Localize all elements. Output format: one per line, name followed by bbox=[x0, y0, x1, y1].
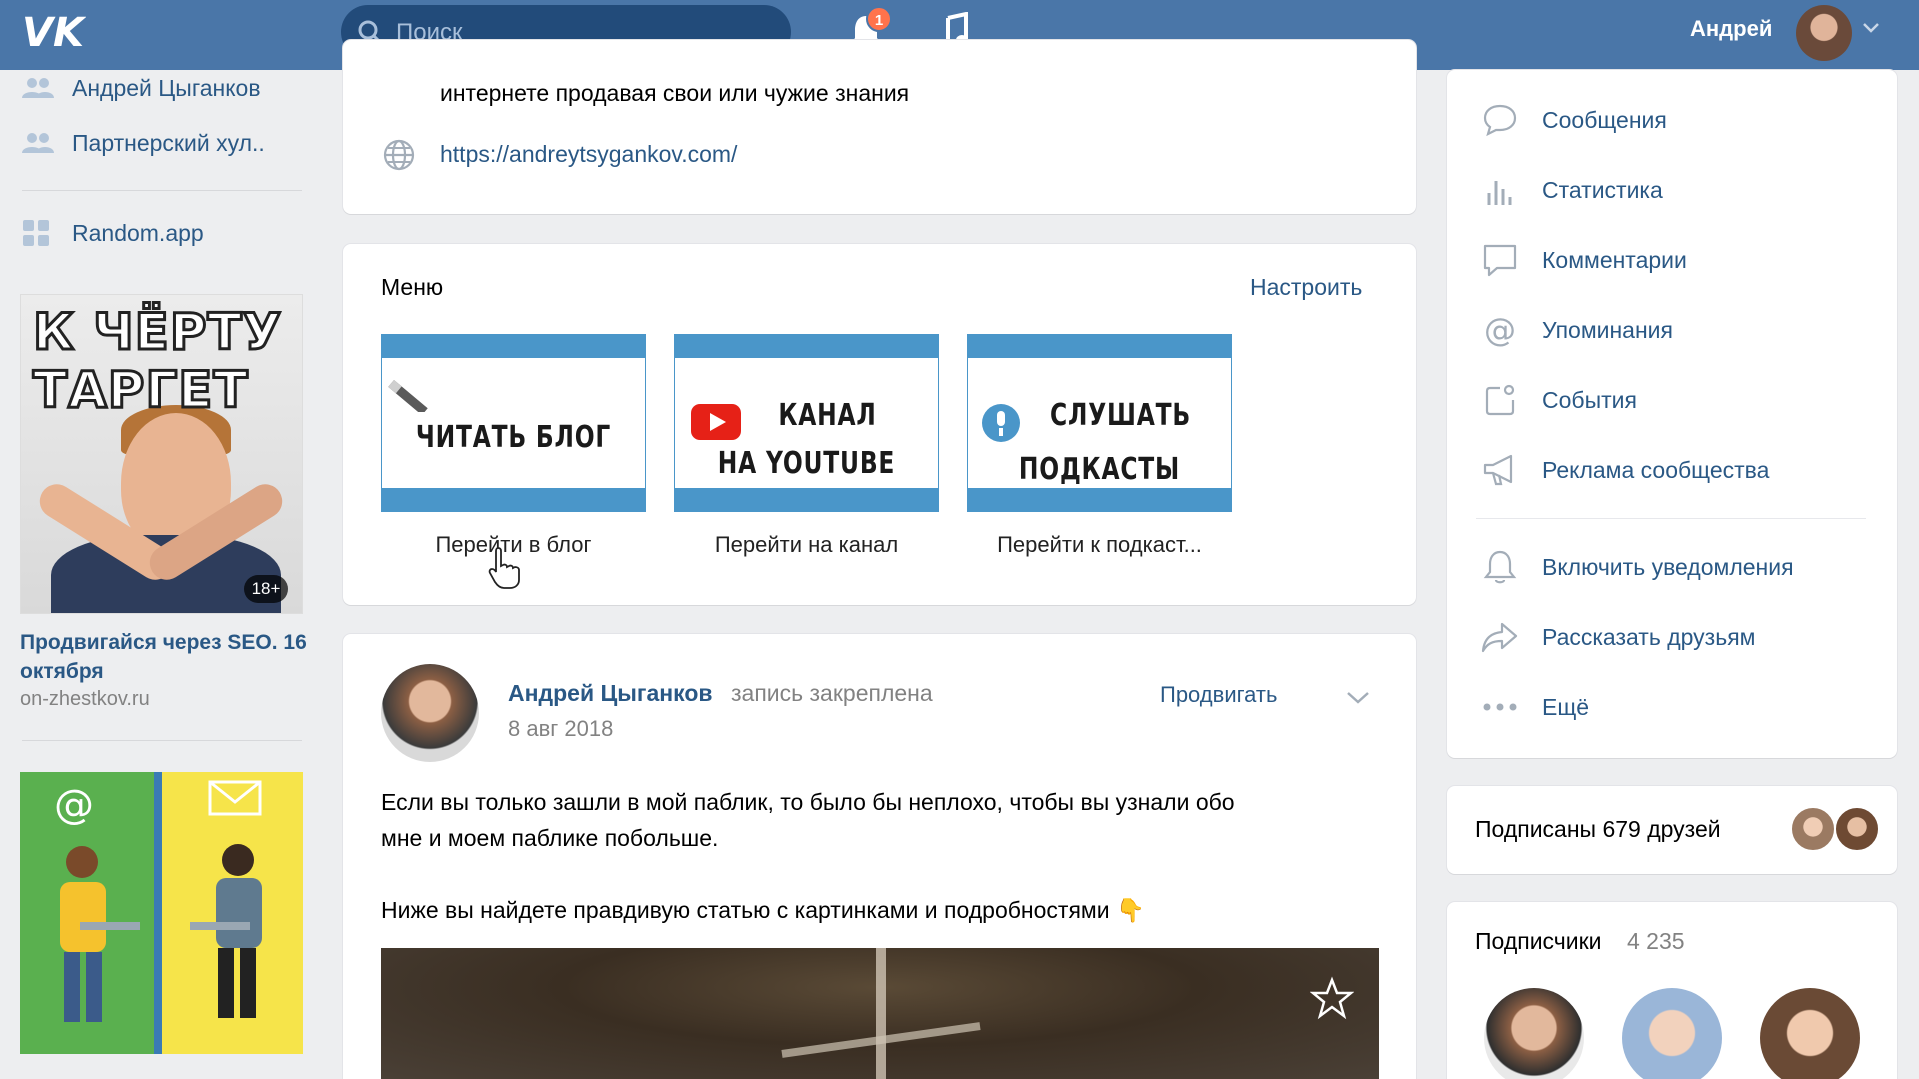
menu-item-ads[interactable]: Реклама сообщества bbox=[1480, 450, 1769, 490]
menu-item-label: Упоминания bbox=[1542, 316, 1673, 343]
menu-item-label: Рассказать друзьям bbox=[1542, 623, 1756, 650]
post-text-paragraph2: Ниже вы найдете правдивую статью с карти… bbox=[381, 897, 1145, 923]
ad-image-freelance[interactable]: @ bbox=[20, 772, 303, 1054]
post-pinned-note: запись закреплена bbox=[731, 680, 933, 706]
hand-cursor-icon bbox=[488, 547, 520, 589]
stats-icon bbox=[1480, 173, 1520, 207]
sidebar-item-label: Random.app bbox=[72, 219, 204, 246]
subscriber-avatar[interactable] bbox=[1760, 988, 1860, 1079]
subscriber-avatar[interactable] bbox=[1484, 988, 1584, 1079]
menu-tile-caption[interactable]: Перейти на канал bbox=[674, 532, 939, 558]
menu-item-label: События bbox=[1542, 386, 1637, 413]
ad-image-text-line2: ТАРГЕТ bbox=[32, 360, 250, 421]
svg-text:@: @ bbox=[1484, 312, 1516, 348]
user-avatar[interactable] bbox=[1796, 5, 1852, 61]
more-icon bbox=[1480, 702, 1520, 712]
subscribers-label[interactable]: Подписчики bbox=[1475, 928, 1602, 955]
menu-item-mentions[interactable]: @ Упоминания bbox=[1480, 310, 1673, 350]
menu-item-statistics[interactable]: Статистика bbox=[1480, 170, 1663, 210]
menu-item-label: Включить уведомления bbox=[1542, 553, 1794, 580]
subscriber-avatar[interactable] bbox=[1622, 988, 1722, 1079]
post-text-line2: мне и моем паблике побольше. bbox=[381, 825, 719, 851]
post-date[interactable]: 8 авг 2018 bbox=[508, 716, 613, 742]
tile-image-text-line1: СЛУШАТЬ bbox=[1050, 398, 1191, 433]
pencil-icon bbox=[388, 380, 428, 412]
group-icon bbox=[22, 131, 54, 155]
menu-title: Меню bbox=[381, 274, 444, 300]
chevron-down-icon[interactable] bbox=[1862, 22, 1880, 34]
ad-domain[interactable]: on-zhestkov.ru bbox=[20, 688, 150, 711]
youtube-icon bbox=[691, 404, 741, 440]
menu-item-more[interactable]: Ещё bbox=[1480, 687, 1589, 727]
sidebar-item-label: Андрей Цыганков bbox=[72, 74, 261, 101]
svg-text:VK: VK bbox=[22, 10, 86, 52]
menu-item-events[interactable]: События bbox=[1480, 380, 1637, 420]
tile-image-text: ЧИТАТЬ БЛОГ bbox=[415, 420, 612, 455]
comment-icon bbox=[1480, 242, 1520, 278]
menu-tile-blog[interactable]: ЧИТАТЬ БЛОГ bbox=[381, 334, 646, 512]
sidebar-item-random-app[interactable]: Random.app bbox=[22, 213, 204, 253]
sidebar-divider bbox=[22, 740, 302, 741]
friend-avatar bbox=[1790, 806, 1836, 852]
globe-icon bbox=[383, 139, 415, 171]
menu-divider bbox=[1476, 518, 1866, 519]
ad-illustration: @ bbox=[54, 780, 262, 1022]
menu-item-share[interactable]: Рассказать друзьям bbox=[1480, 617, 1755, 657]
share-icon bbox=[1480, 620, 1520, 654]
friend-avatar bbox=[1834, 806, 1880, 852]
bell-icon bbox=[1480, 548, 1520, 586]
post-author-name[interactable]: Андрей Цыганков bbox=[508, 680, 713, 707]
tile-image-text-line2: НА YOUTUBE bbox=[717, 446, 896, 481]
friends-subscribed-label: Подписаны 679 друзей bbox=[1475, 816, 1721, 842]
menu-tile-caption[interactable]: Перейти к подкаст... bbox=[967, 532, 1232, 558]
message-icon bbox=[1480, 102, 1520, 138]
podcast-icon bbox=[982, 404, 1020, 442]
menu-item-label: Ещё bbox=[1542, 693, 1590, 720]
post-author-avatar[interactable] bbox=[381, 664, 479, 762]
tile-image-text-line1: КАНАЛ bbox=[778, 398, 877, 433]
vk-logo-icon[interactable]: VK bbox=[20, 10, 86, 52]
menu-item-label: Реклама сообщества bbox=[1542, 456, 1770, 483]
menu-configure-link[interactable]: Настроить bbox=[1250, 274, 1362, 301]
community-info-card: интернете продавая свои или чужие знания… bbox=[343, 40, 1416, 214]
sidebar-divider bbox=[22, 190, 302, 191]
subscribers-count: 4 235 bbox=[1627, 928, 1685, 954]
menu-item-label: Комментарии bbox=[1542, 246, 1687, 273]
megaphone-icon bbox=[1480, 452, 1520, 488]
app-icon bbox=[22, 219, 54, 247]
at-icon: @ bbox=[1480, 312, 1520, 348]
menu-tile-youtube[interactable]: КАНАЛ НА YOUTUBE bbox=[674, 334, 939, 512]
sidebar-item-group-1[interactable]: Андрей Цыганков bbox=[22, 68, 261, 108]
menu-item-messages[interactable]: Сообщения bbox=[1480, 100, 1667, 140]
ad-title[interactable]: Продвигайся через SEO. 16 октября bbox=[20, 628, 310, 686]
menu-item-label: Статистика bbox=[1542, 176, 1663, 203]
post-text-line1: Если вы только зашли в мой паблик, то бы… bbox=[381, 789, 1235, 815]
promote-button[interactable]: Продвигать bbox=[1160, 682, 1277, 708]
menu-item-enable-notifications[interactable]: Включить уведомления bbox=[1480, 547, 1794, 587]
chevron-down-icon[interactable] bbox=[1345, 690, 1371, 706]
tile-image-text-line2: ПОДКАСТЫ bbox=[1018, 452, 1181, 487]
menu-item-label: Сообщения bbox=[1542, 106, 1667, 133]
star-icon[interactable] bbox=[1310, 976, 1354, 1020]
post-image[interactable] bbox=[381, 948, 1379, 1079]
ad-image-text-line1: К ЧЁРТУ bbox=[31, 302, 283, 363]
event-icon bbox=[1480, 382, 1520, 418]
website-link[interactable]: https://andreytsygankov.com/ bbox=[440, 141, 737, 168]
notification-count-badge: 1 bbox=[866, 6, 892, 32]
info-text: интернете продавая свои или чужие знания bbox=[440, 80, 910, 106]
ad-image-target[interactable]: К ЧЁРТУ ТАРГЕТ bbox=[20, 294, 303, 614]
svg-text:@: @ bbox=[54, 782, 94, 828]
menu-tile-podcasts[interactable]: СЛУШАТЬ ПОДКАСТЫ bbox=[967, 334, 1232, 512]
group-icon bbox=[22, 76, 54, 100]
sidebar-item-group-2[interactable]: Партнерский хул.. bbox=[22, 123, 265, 163]
age-rating-badge: 18+ bbox=[244, 575, 288, 603]
sidebar-item-label: Партнерский хул.. bbox=[72, 129, 265, 156]
menu-item-comments[interactable]: Комментарии bbox=[1480, 240, 1687, 280]
user-name[interactable]: Андрей bbox=[1690, 16, 1772, 42]
